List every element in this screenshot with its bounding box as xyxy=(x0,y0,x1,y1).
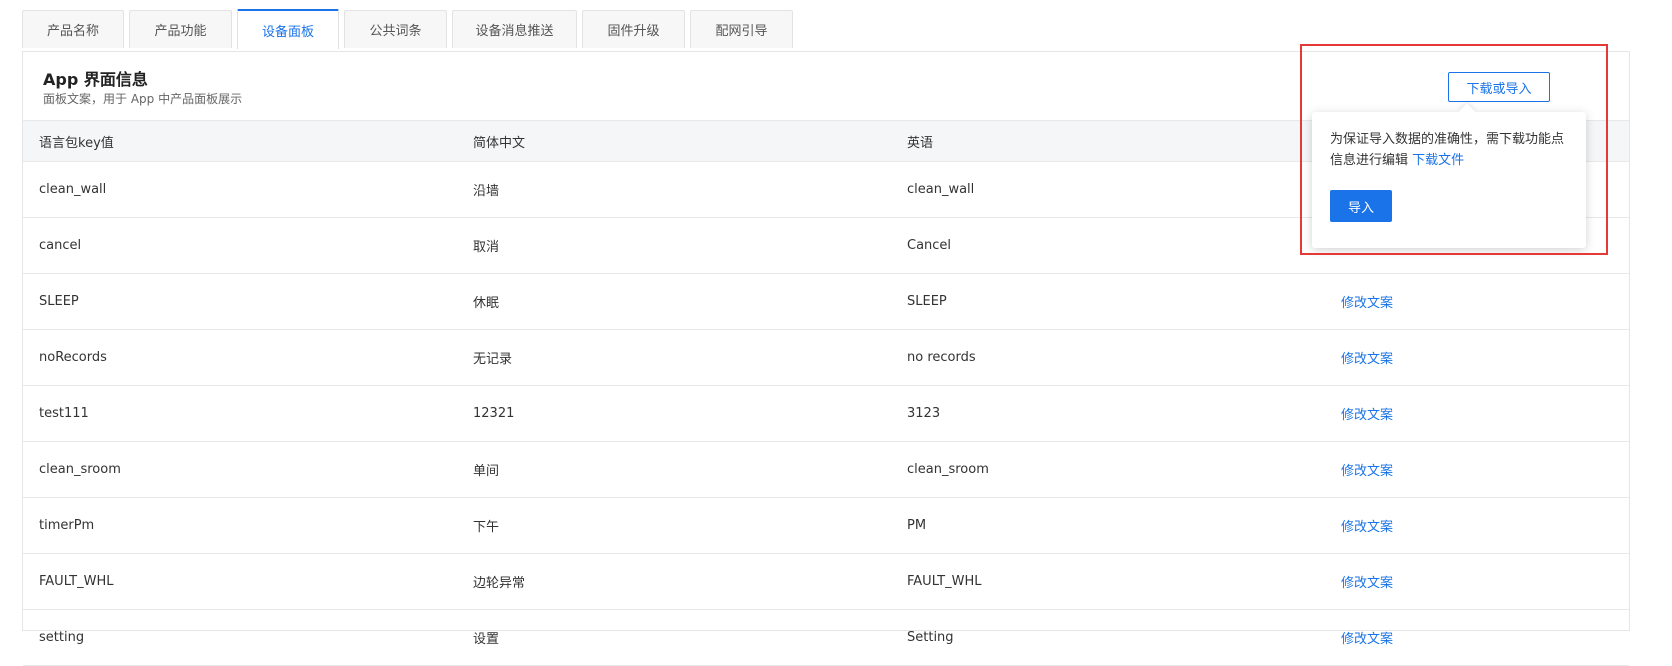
table-row: clean_sroom 单间 clean_sroom 修改文案 xyxy=(23,441,1629,498)
download-file-link[interactable]: 下载文件 xyxy=(1412,153,1464,168)
download-import-button[interactable]: 下载或导入 xyxy=(1448,72,1550,102)
cell-key: SLEEP xyxy=(23,273,457,330)
tab-public-terms[interactable]: 公共词条 xyxy=(344,10,447,48)
cell-key: clean_wall xyxy=(23,161,457,218)
table-row: timerPm 下午 PM 修改文案 xyxy=(23,497,1629,554)
cell-en: PM xyxy=(891,497,1325,554)
column-header-key: 语言包key值 xyxy=(23,120,457,162)
cell-key: noRecords xyxy=(23,329,457,386)
cell-en: 3123 xyxy=(891,385,1325,442)
table-row: SLEEP 休眠 SLEEP 修改文案 xyxy=(23,273,1629,330)
tab-network-guide[interactable]: 配网引导 xyxy=(690,10,793,48)
cell-zh: 休眠 xyxy=(457,273,891,330)
table-row: FAULT_WHL 边轮异常 FAULT_WHL 修改文案 xyxy=(23,553,1629,610)
import-button[interactable]: 导入 xyxy=(1330,190,1392,222)
cell-en: FAULT_WHL xyxy=(891,553,1325,610)
cell-en: clean_wall xyxy=(891,161,1325,218)
cell-key: clean_sroom xyxy=(23,441,457,498)
cell-zh: 边轮异常 xyxy=(457,553,891,610)
section-subtitle: 面板文案，用于 App 中产品面板展示 xyxy=(43,92,243,106)
edit-text-link[interactable]: 修改文案 xyxy=(1325,497,1629,554)
edit-text-link[interactable]: 修改文案 xyxy=(1325,273,1629,330)
cell-key: cancel xyxy=(23,217,457,274)
tab-device-panel[interactable]: 设备面板 xyxy=(237,9,339,49)
cell-zh: 沿墙 xyxy=(457,161,891,218)
cell-key: test111 xyxy=(23,385,457,442)
edit-text-link[interactable]: 修改文案 xyxy=(1325,385,1629,442)
import-popover: 为保证导入数据的准确性，需下载功能点信息进行编辑 下载文件 导入 xyxy=(1312,112,1586,248)
cell-zh: 无记录 xyxy=(457,329,891,386)
cell-zh: 12321 xyxy=(457,385,891,442)
cell-key: timerPm xyxy=(23,497,457,554)
column-header-en: 英语 xyxy=(891,120,1325,162)
tab-product-function[interactable]: 产品功能 xyxy=(129,10,232,48)
table-row: noRecords 无记录 no records 修改文案 xyxy=(23,329,1629,386)
tab-firmware-upgrade[interactable]: 固件升级 xyxy=(582,10,685,48)
cell-zh: 下午 xyxy=(457,497,891,554)
popover-message: 为保证导入数据的准确性，需下载功能点信息进行编辑 下载文件 xyxy=(1330,129,1570,171)
cell-en: clean_sroom xyxy=(891,441,1325,498)
column-header-zh: 简体中文 xyxy=(457,120,891,162)
table-row: test111 12321 3123 修改文案 xyxy=(23,385,1629,442)
edit-text-link[interactable]: 修改文案 xyxy=(1325,553,1629,610)
cell-en: SLEEP xyxy=(891,273,1325,330)
edit-text-link[interactable]: 修改文案 xyxy=(1325,441,1629,498)
cell-zh: 单间 xyxy=(457,441,891,498)
section-title: App 界面信息 xyxy=(43,70,148,89)
tab-device-message-push[interactable]: 设备消息推送 xyxy=(452,10,577,48)
cell-en: no records xyxy=(891,329,1325,386)
cell-en: Cancel xyxy=(891,217,1325,274)
tab-bar: 产品名称 产品功能 设备面板 公共词条 设备消息推送 固件升级 配网引导 xyxy=(22,9,798,49)
tab-product-name[interactable]: 产品名称 xyxy=(22,10,124,48)
edit-text-link[interactable]: 修改文案 xyxy=(1325,329,1629,386)
cell-zh: 取消 xyxy=(457,217,891,274)
cell-key: FAULT_WHL xyxy=(23,553,457,610)
